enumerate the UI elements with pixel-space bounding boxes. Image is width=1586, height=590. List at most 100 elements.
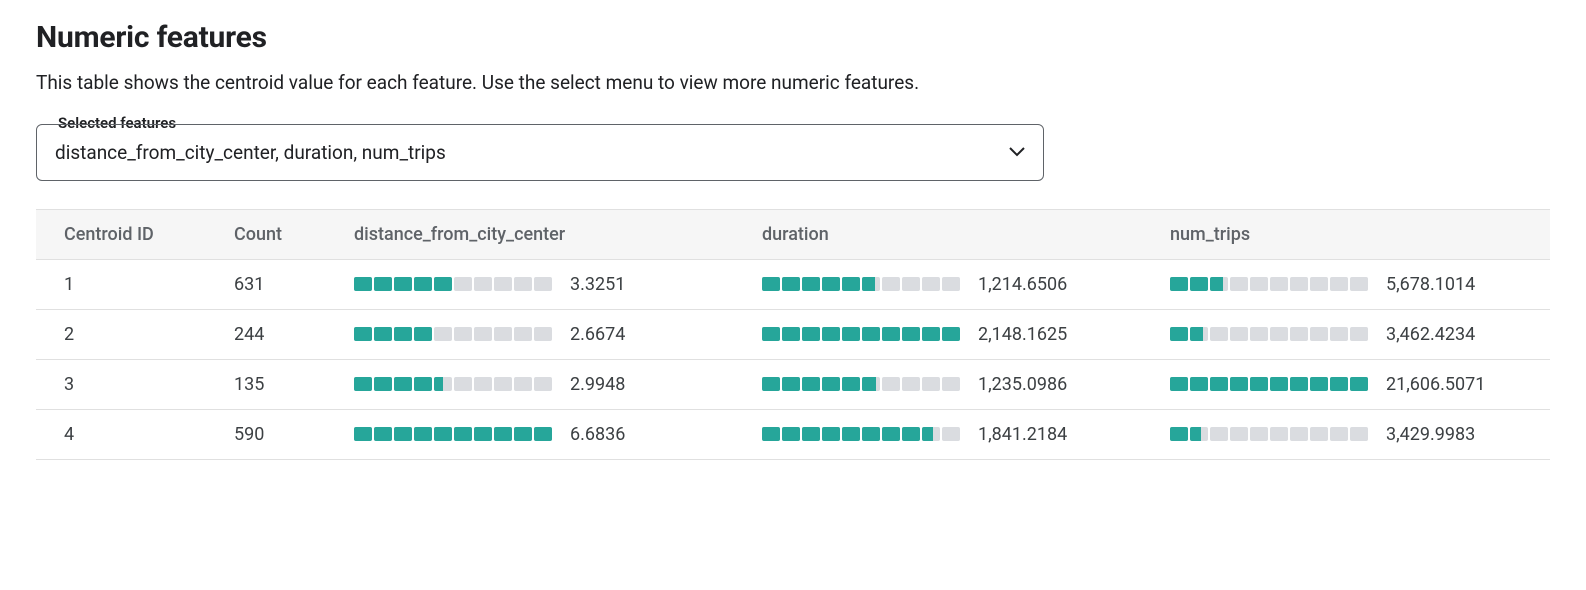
bar-segment <box>354 427 372 441</box>
bar-segment <box>942 377 960 391</box>
bar-segment <box>1170 277 1188 291</box>
bar-segment <box>1210 327 1228 341</box>
value-bar <box>1170 427 1368 441</box>
value-bar <box>1170 277 1368 291</box>
bar-segment <box>1190 427 1208 441</box>
bar-segment <box>762 377 780 391</box>
cell-feature: 5,678.1014 <box>1142 259 1550 309</box>
bar-segment <box>354 327 372 341</box>
bar-segment <box>374 377 392 391</box>
bar-segment <box>454 277 472 291</box>
bar-segment <box>1310 327 1328 341</box>
bar-segment <box>414 427 432 441</box>
bar-segment <box>514 327 532 341</box>
col-feature-2: num_trips <box>1142 209 1550 259</box>
bar-segment <box>802 327 820 341</box>
bar-segment <box>762 277 780 291</box>
page-description: This table shows the centroid value for … <box>36 69 1550 98</box>
value-bar <box>354 277 552 291</box>
feature-value: 5,678.1014 <box>1386 274 1476 295</box>
bar-segment <box>1330 327 1348 341</box>
feature-value: 6.6836 <box>570 424 660 445</box>
bar-segment <box>494 277 512 291</box>
bar-segment <box>474 427 492 441</box>
bar-segment <box>534 427 552 441</box>
table-row: 16313.32511,214.65065,678.1014 <box>36 259 1550 309</box>
bar-segment <box>902 377 920 391</box>
cell-feature: 2,148.1625 <box>734 309 1142 359</box>
bar-segment <box>842 277 860 291</box>
cell-feature: 1,235.0986 <box>734 359 1142 409</box>
bar-segment <box>942 277 960 291</box>
cell-count: 135 <box>206 359 326 409</box>
bar-segment <box>922 427 940 441</box>
bar-segment <box>454 327 472 341</box>
feature-value: 2.9948 <box>570 374 660 395</box>
bar-segment <box>802 427 820 441</box>
selected-features-select[interactable]: Selected features distance_from_city_cen… <box>36 124 1044 181</box>
bar-segment <box>474 377 492 391</box>
cell-centroid-id: 3 <box>36 359 206 409</box>
bar-segment <box>822 277 840 291</box>
bar-segment <box>494 427 512 441</box>
bar-segment <box>902 327 920 341</box>
bar-segment <box>1250 277 1268 291</box>
bar-segment <box>514 377 532 391</box>
bar-segment <box>882 427 900 441</box>
cell-feature: 1,841.2184 <box>734 409 1142 459</box>
bar-segment <box>1230 327 1248 341</box>
bar-segment <box>1350 377 1368 391</box>
bar-segment <box>882 277 900 291</box>
bar-segment <box>1270 377 1288 391</box>
bar-segment <box>1310 427 1328 441</box>
page-title: Numeric features <box>36 20 1550 55</box>
bar-segment <box>1290 377 1308 391</box>
bar-segment <box>842 327 860 341</box>
bar-segment <box>1290 277 1308 291</box>
bar-segment <box>434 427 452 441</box>
bar-segment <box>354 277 372 291</box>
bar-segment <box>942 427 960 441</box>
bar-segment <box>862 327 880 341</box>
bar-segment <box>1170 327 1188 341</box>
bar-segment <box>514 427 532 441</box>
bar-segment <box>782 427 800 441</box>
bar-segment <box>534 377 552 391</box>
value-bar <box>762 377 960 391</box>
bar-segment <box>374 277 392 291</box>
bar-segment <box>1210 277 1228 291</box>
bar-segment <box>414 377 432 391</box>
bar-segment <box>782 327 800 341</box>
bar-segment <box>1250 427 1268 441</box>
bar-segment <box>1270 427 1288 441</box>
table-row: 31352.99481,235.098621,606.5071 <box>36 359 1550 409</box>
bar-segment <box>394 427 412 441</box>
col-feature-1: duration <box>734 209 1142 259</box>
bar-segment <box>374 327 392 341</box>
bar-segment <box>862 427 880 441</box>
bar-segment <box>942 327 960 341</box>
bar-segment <box>762 427 780 441</box>
cell-centroid-id: 4 <box>36 409 206 459</box>
bar-segment <box>534 327 552 341</box>
bar-segment <box>1230 277 1248 291</box>
bar-segment <box>1270 277 1288 291</box>
bar-segment <box>1230 377 1248 391</box>
bar-segment <box>1290 327 1308 341</box>
value-bar <box>354 377 552 391</box>
bar-segment <box>882 327 900 341</box>
bar-segment <box>922 277 940 291</box>
bar-segment <box>534 277 552 291</box>
bar-segment <box>842 377 860 391</box>
centroid-table: Centroid ID Count distance_from_city_cen… <box>36 209 1550 460</box>
bar-segment <box>822 327 840 341</box>
value-bar <box>762 427 960 441</box>
value-bar <box>762 277 960 291</box>
bar-segment <box>1330 427 1348 441</box>
col-count: Count <box>206 209 326 259</box>
bar-segment <box>862 377 880 391</box>
bar-segment <box>414 277 432 291</box>
bar-segment <box>922 377 940 391</box>
bar-segment <box>1210 377 1228 391</box>
bar-segment <box>1250 377 1268 391</box>
